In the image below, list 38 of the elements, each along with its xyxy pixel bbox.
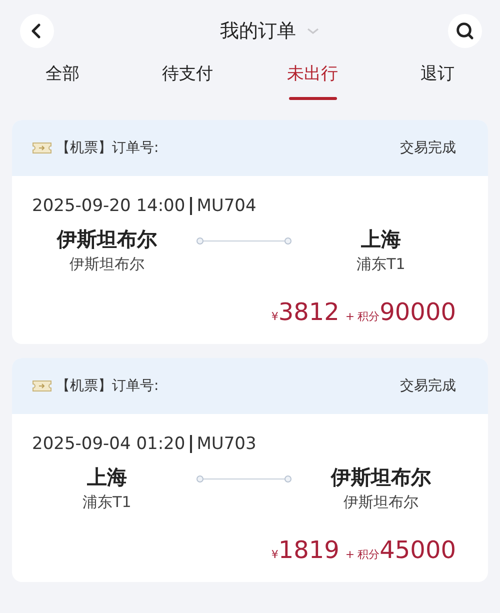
flight-number: MU703 [196, 434, 256, 454]
currency-symbol: ¥ [271, 548, 278, 561]
departure-time: 2025-09-20 14:00 [32, 196, 186, 216]
points-label: 积分 [358, 547, 380, 562]
order-status: 交易完成 [400, 139, 456, 157]
points-amount: 45000 [380, 536, 456, 564]
page-title: 我的订单 [220, 19, 296, 44]
order-number-label: 订单号: [112, 139, 159, 157]
order-type: 【机票】 [56, 377, 112, 395]
departure-airport: 伊斯坦布尔 [70, 255, 144, 274]
tab[interactable]: 退订 [418, 58, 456, 89]
tab[interactable]: 待支付 [160, 58, 215, 89]
departure-city: 上海 [87, 464, 127, 491]
tab[interactable]: 未出行 [285, 58, 340, 89]
ticket-icon [32, 380, 52, 392]
departure-airport: 浦东T1 [82, 493, 132, 512]
departure-city: 伊斯坦布尔 [57, 226, 157, 253]
arrival-airport: 伊斯坦布尔 [344, 493, 418, 512]
price-amount: 1819 [278, 536, 340, 564]
order-type: 【机票】 [56, 139, 112, 157]
order-status: 交易完成 [400, 377, 456, 395]
arrival-airport: 浦东T1 [356, 255, 406, 274]
arrival-city: 上海 [361, 226, 401, 253]
back-button[interactable] [20, 14, 54, 48]
order-number-label: 订单号: [112, 377, 159, 395]
search-icon [455, 21, 475, 41]
flight-number: MU704 [196, 196, 256, 216]
points-amount: 90000 [380, 298, 456, 326]
tab[interactable]: 全部 [44, 58, 82, 89]
plus-sign: + [345, 548, 355, 561]
points-label: 积分 [358, 309, 380, 324]
price-amount: 3812 [278, 298, 340, 326]
plus-sign: + [345, 310, 355, 323]
arrival-city: 伊斯坦布尔 [331, 464, 431, 491]
ticket-icon [32, 142, 52, 154]
search-button[interactable] [448, 14, 482, 48]
departure-time: 2025-09-04 01:20 [32, 434, 186, 454]
currency-symbol: ¥ [271, 310, 278, 323]
